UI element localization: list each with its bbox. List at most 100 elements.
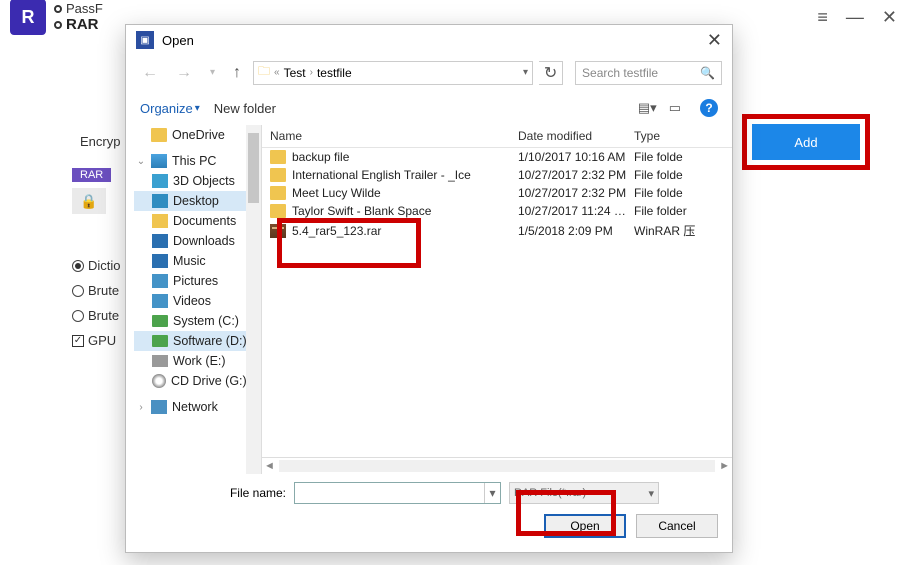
dialog-icon: ▣ <box>136 31 154 49</box>
crumb-test[interactable]: Test <box>284 66 306 80</box>
file-date: 10/27/2017 2:32 PM <box>510 186 626 200</box>
view-mode-icon[interactable]: ▤▾ <box>633 97 662 119</box>
cd-icon <box>152 374 166 388</box>
dialog-title: Open <box>162 33 194 48</box>
minimize-icon[interactable]: — <box>846 7 864 28</box>
lock-icon: 🔒 <box>72 188 106 214</box>
col-date[interactable]: Date modified <box>510 129 626 143</box>
thispc-icon <box>151 154 167 168</box>
tree-onedrive[interactable]: OneDrive <box>172 128 225 142</box>
tree-pictures[interactable]: Pictures <box>173 274 218 288</box>
nav-back-icon[interactable]: ← <box>136 62 164 84</box>
file-name: International English Trailer - _Ice <box>292 168 471 182</box>
music-icon <box>152 254 168 268</box>
file-row[interactable]: Meet Lucy Wilde10/27/2017 2:32 PMFile fo… <box>262 184 732 202</box>
refresh-icon[interactable]: ↻ <box>539 61 563 85</box>
checkbox-gpu-label: GPU <box>88 333 116 348</box>
onedrive-icon <box>151 128 167 142</box>
nav-fwd-icon[interactable]: → <box>170 62 198 84</box>
file-h-scrollbar[interactable]: ◄► <box>262 457 732 474</box>
rar-chip: RAR <box>72 168 111 182</box>
radio-dictionary[interactable] <box>72 260 84 272</box>
highlight-open-button <box>516 490 616 536</box>
crumb-testfile[interactable]: testfile <box>317 66 352 80</box>
folder-tree[interactable]: OneDrive ⌄This PC 3D Objects Desktop Doc… <box>126 125 262 474</box>
file-date: 1/10/2017 10:16 AM <box>510 150 626 164</box>
3d-icon <box>152 174 168 188</box>
file-date: 1/5/2018 2:09 PM <box>510 224 626 238</box>
open-dialog: ▣ Open ✕ ← → ▾ ↑ 🗀 « Test › testfile ▾ ↻… <box>125 24 733 553</box>
app-logo: R <box>10 0 46 35</box>
preview-pane-icon[interactable]: ▭ <box>664 97 686 119</box>
filename-label: File name: <box>226 486 286 500</box>
desktop-icon <box>152 194 168 208</box>
hamburger-icon[interactable]: ≡ <box>817 7 828 28</box>
close-icon[interactable]: ✕ <box>882 7 897 28</box>
app-title-sub: RAR <box>66 16 103 33</box>
organize-button[interactable]: Organize ▾ <box>140 101 200 116</box>
col-type[interactable]: Type <box>626 129 732 143</box>
tree-documents[interactable]: Documents <box>173 214 236 228</box>
drive-c-icon <box>152 315 168 327</box>
tree-3d[interactable]: 3D Objects <box>173 174 235 188</box>
file-type: File folder <box>626 204 732 218</box>
app-title-top: PassF <box>66 1 103 16</box>
highlight-add <box>742 114 870 170</box>
file-date: 10/27/2017 11:24 … <box>510 204 626 218</box>
file-row[interactable]: International English Trailer - _Ice 10/2… <box>262 166 732 184</box>
encrypt-label: Encryp <box>72 130 128 153</box>
highlight-rar-file <box>277 218 421 268</box>
pictures-icon <box>152 274 168 288</box>
search-input[interactable]: Search testfile 🔍 <box>575 61 722 85</box>
search-placeholder: Search testfile <box>582 66 658 80</box>
radio-brute1[interactable] <box>72 285 84 297</box>
folder-icon <box>270 204 286 218</box>
nav-up-icon[interactable]: ↑ <box>227 62 247 84</box>
tree-worke[interactable]: Work (E:) <box>173 354 226 368</box>
dialog-close-icon[interactable]: ✕ <box>707 30 722 51</box>
radio-brute1-label: Brute <box>88 283 119 298</box>
tree-music[interactable]: Music <box>173 254 206 268</box>
drive-d-icon <box>152 335 168 347</box>
tree-network[interactable]: Network <box>172 400 218 414</box>
radio-brute2[interactable] <box>72 310 84 322</box>
chevron-down-icon[interactable]: ▾ <box>523 67 528 78</box>
drive-e-icon <box>152 355 168 367</box>
filename-input[interactable]: ▾ <box>294 482 501 504</box>
network-icon <box>151 400 167 414</box>
app-nodes-icon <box>54 5 62 29</box>
videos-icon <box>152 294 168 308</box>
radio-dictionary-label: Dictio <box>88 258 121 273</box>
tree-cddrive[interactable]: CD Drive (G:) <box>171 374 247 388</box>
documents-icon <box>152 214 168 228</box>
file-type: File folde <box>626 168 732 182</box>
file-name: Meet Lucy Wilde <box>292 186 381 200</box>
cancel-button[interactable]: Cancel <box>636 514 718 538</box>
tree-videos[interactable]: Videos <box>173 294 211 308</box>
file-name: backup file <box>292 150 349 164</box>
file-name: Taylor Swift - Blank Space <box>292 204 431 218</box>
help-icon[interactable]: ? <box>700 99 718 117</box>
tree-downloads[interactable]: Downloads <box>173 234 235 248</box>
file-type: File folde <box>626 150 732 164</box>
tree-systemc[interactable]: System (C:) <box>173 314 239 328</box>
search-icon: 🔍 <box>700 66 715 80</box>
folder-icon <box>270 186 286 200</box>
tree-desktop[interactable]: Desktop <box>173 194 219 208</box>
folder-icon <box>270 168 286 182</box>
radio-brute2-label: Brute <box>88 308 119 323</box>
file-date: 10/27/2017 2:32 PM <box>510 168 626 182</box>
folder-icon <box>270 150 286 164</box>
folder-icon: 🗀 <box>258 62 270 83</box>
checkbox-gpu[interactable]: ✓ <box>72 335 84 347</box>
new-folder-button[interactable]: New folder <box>214 101 276 116</box>
nav-history-icon[interactable]: ▾ <box>204 65 221 80</box>
tree-softwared[interactable]: Software (D:) <box>173 334 247 348</box>
breadcrumb[interactable]: 🗀 « Test › testfile ▾ <box>253 61 533 85</box>
filename-dropdown-icon[interactable]: ▾ <box>484 483 500 503</box>
downloads-icon <box>152 234 168 248</box>
file-row[interactable]: backup file 1/10/2017 10:16 AMFile folde <box>262 148 732 166</box>
tree-thispc[interactable]: This PC <box>172 154 216 168</box>
col-name[interactable]: Name <box>262 129 510 143</box>
tree-scrollbar[interactable] <box>246 125 261 474</box>
